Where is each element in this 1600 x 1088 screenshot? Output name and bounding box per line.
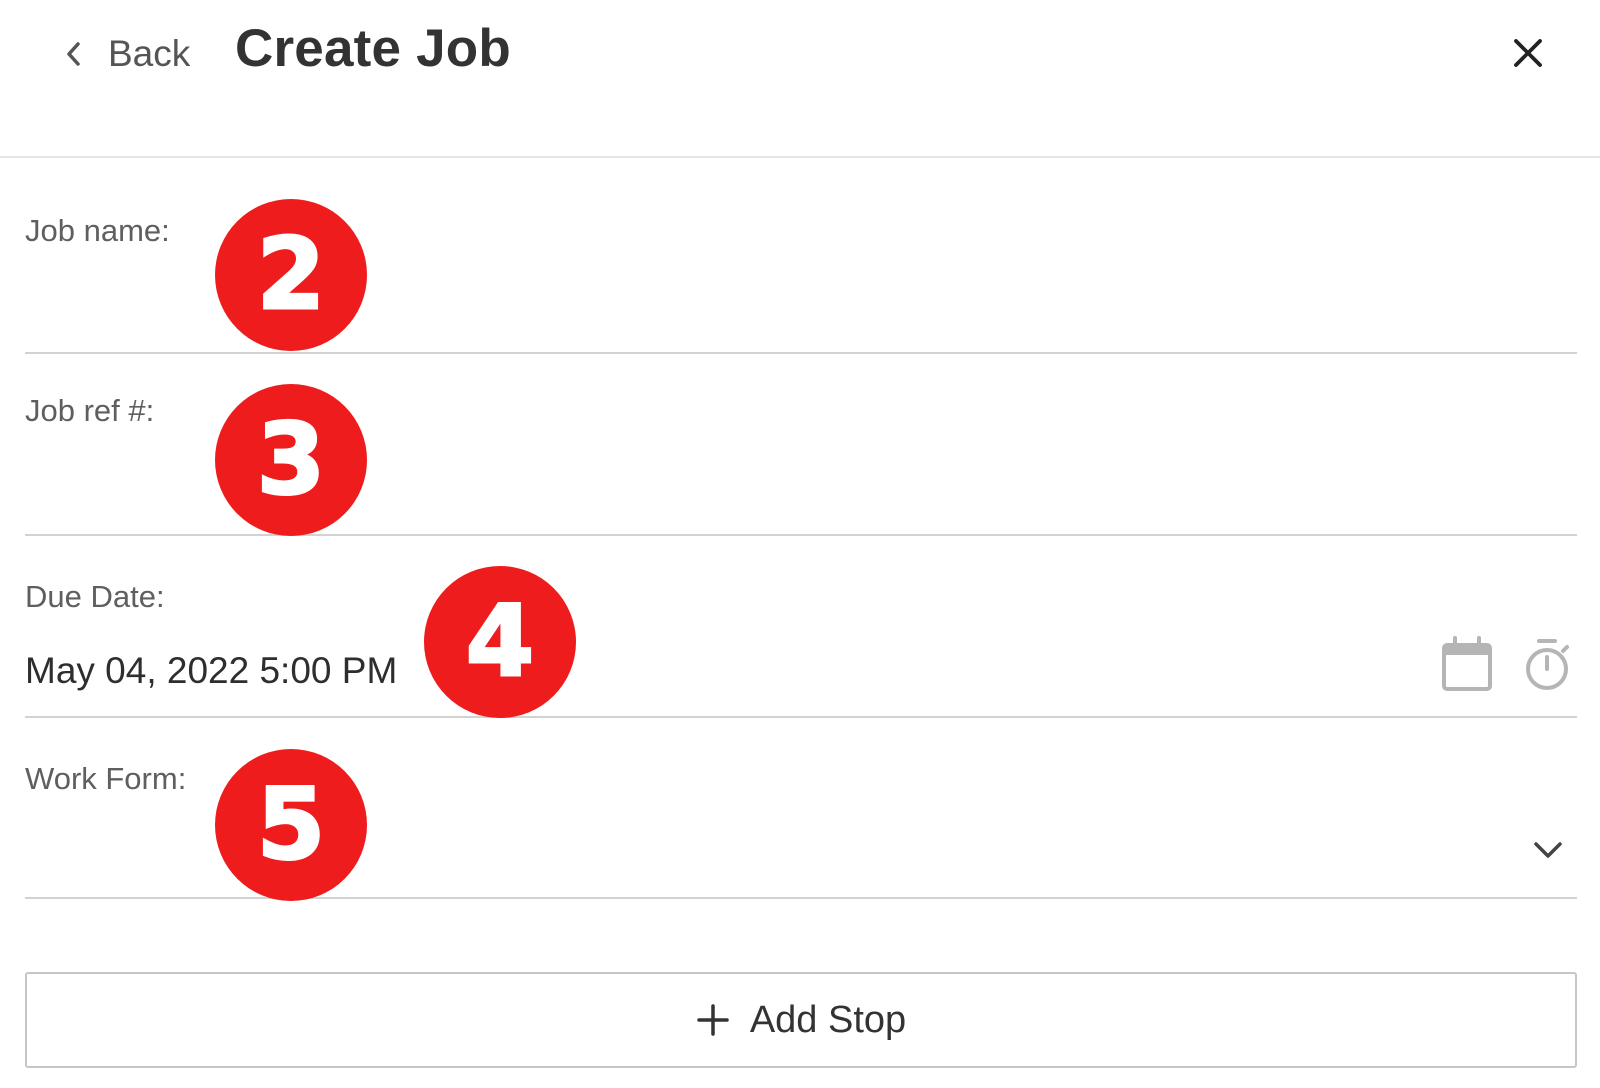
back-label: Back xyxy=(108,33,191,74)
due-date-field[interactable]: Due Date: May 04, 2022 5:00 PM xyxy=(25,536,1577,718)
page-title: Create Job xyxy=(235,19,511,78)
back-button[interactable]: Back xyxy=(58,24,190,84)
create-job-page: Back Create Job Job name: Job ref #: Due… xyxy=(0,0,1600,1088)
job-name-label: Job name: xyxy=(25,213,170,248)
step-marker-2: 2 xyxy=(215,199,367,351)
close-button[interactable] xyxy=(1505,30,1551,76)
job-ref-label: Job ref #: xyxy=(25,393,155,428)
chevron-left-icon xyxy=(58,37,92,71)
calendar-icon[interactable] xyxy=(1441,636,1493,692)
due-date-label: Due Date: xyxy=(25,579,165,614)
add-stop-label: Add Stop xyxy=(749,998,907,1041)
step-marker-4: 4 xyxy=(424,566,576,718)
work-form-label: Work Form: xyxy=(25,761,187,796)
add-stop-button[interactable]: Add Stop xyxy=(25,972,1577,1068)
step-marker-5: 5 xyxy=(215,749,367,901)
chevron-down-icon[interactable] xyxy=(1528,830,1568,870)
step-marker-3: 3 xyxy=(215,384,367,536)
due-date-value[interactable]: May 04, 2022 5:00 PM xyxy=(25,650,397,692)
header: Back Create Job xyxy=(0,0,1600,158)
close-icon xyxy=(1514,39,1542,67)
plus-icon xyxy=(696,1003,730,1037)
timer-icon[interactable] xyxy=(1522,637,1572,693)
